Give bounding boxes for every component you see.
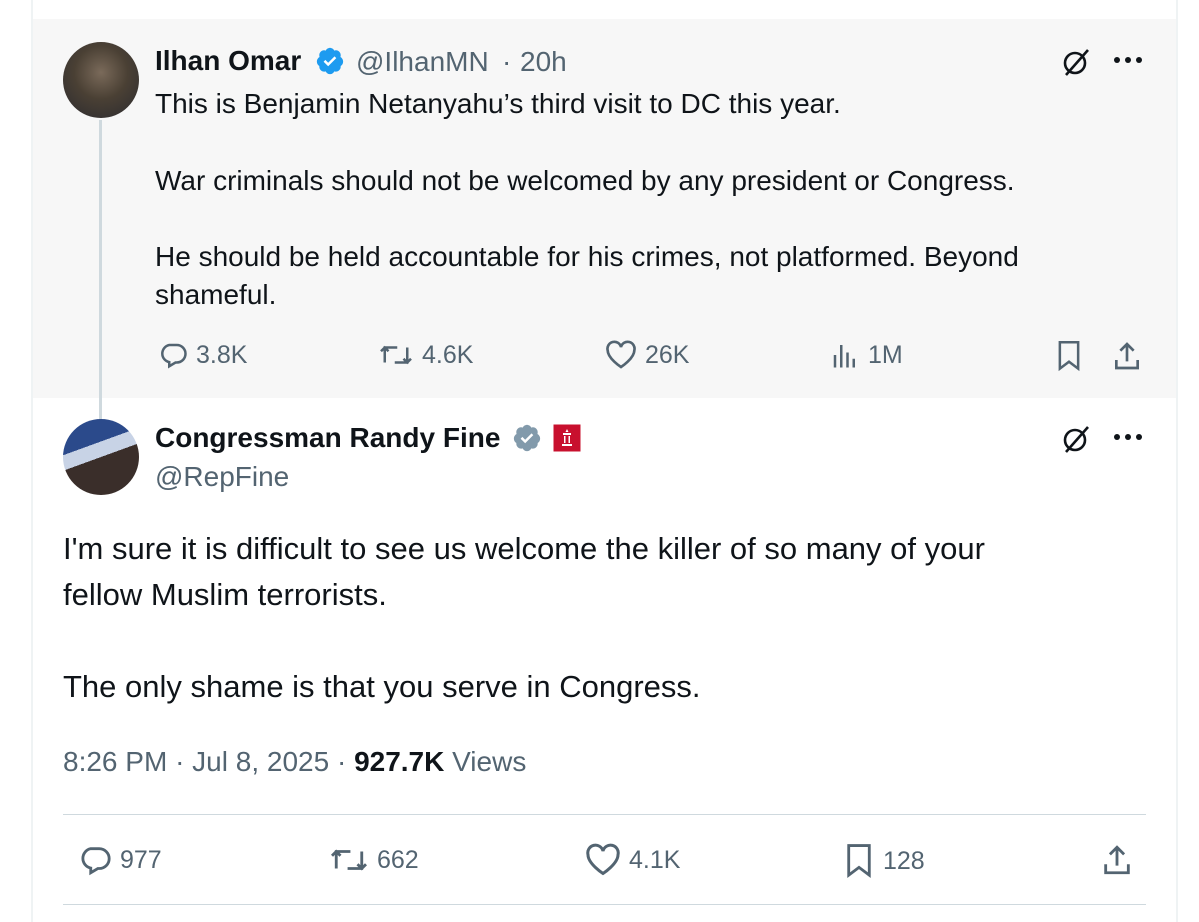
- reply-icon: [161, 343, 187, 369]
- divider: [63, 814, 1146, 815]
- grok-icon[interactable]: [1060, 46, 1092, 78]
- avatar-ilhan-omar[interactable]: [63, 42, 139, 118]
- like-count: 26K: [645, 340, 690, 369]
- tweet-text-line: shameful.: [155, 279, 277, 310]
- more-icon[interactable]: [1113, 54, 1143, 66]
- time-separator: ·: [502, 46, 512, 77]
- tweet-text-line: The only shame is that you serve in Cong…: [63, 669, 701, 704]
- frame-border-right: [1176, 0, 1178, 922]
- repost-button[interactable]: 4.6K: [378, 340, 473, 370]
- tweet-text-line: War criminals should not be welcomed by …: [155, 165, 1015, 196]
- repost-count: 4.6K: [422, 340, 474, 369]
- views-count: 1M: [868, 340, 903, 369]
- avatar-randy-fine[interactable]: [63, 419, 139, 495]
- tweet-time[interactable]: 8:26 PM: [63, 746, 167, 777]
- share-icon[interactable]: [1100, 843, 1134, 877]
- tweet-text-line: He should be held accountable for his cr…: [155, 241, 1019, 272]
- analytics-icon: [833, 345, 855, 368]
- meta-separator: ·: [175, 746, 185, 777]
- views-count: 927.7K: [354, 746, 445, 777]
- tweet-text-line: fellow Muslim terrorists.: [63, 577, 387, 612]
- heart-icon: [606, 340, 636, 369]
- views-button[interactable]: 1M: [830, 340, 903, 370]
- share-icon[interactable]: [1111, 340, 1143, 372]
- tweet-text-line: This is Benjamin Netanyahu’s third visit…: [155, 88, 841, 119]
- bookmark-icon: [847, 844, 871, 878]
- repost-icon: [330, 849, 368, 871]
- reply-icon: [81, 847, 111, 876]
- meta-separator: ·: [336, 746, 347, 777]
- verified-badge-icon: [316, 47, 344, 75]
- author-name[interactable]: Congressman Randy Fine: [155, 422, 500, 454]
- reply-count: 3.8K: [196, 340, 248, 369]
- reply-button[interactable]: 977: [78, 843, 162, 877]
- grok-icon[interactable]: [1060, 423, 1092, 455]
- verified-badge-icon: [513, 424, 541, 452]
- like-button[interactable]: 26K: [605, 340, 689, 370]
- thread-connector-line: [99, 120, 102, 422]
- bookmark-button[interactable]: 128: [843, 843, 925, 879]
- author-handle[interactable]: @RepFine: [155, 461, 289, 493]
- like-button[interactable]: 4.1K: [585, 843, 680, 877]
- bookmark-icon[interactable]: [1055, 340, 1083, 372]
- more-icon[interactable]: [1113, 431, 1143, 443]
- heart-icon: [586, 843, 620, 876]
- tweet-text-line: I'm sure it is difficult to see us welco…: [63, 531, 985, 566]
- repost-icon: [380, 345, 412, 365]
- author-name[interactable]: Ilhan Omar: [155, 45, 301, 77]
- bookmark-count: 128: [883, 846, 925, 875]
- government-affiliation-icon: [552, 423, 582, 453]
- tweet-date[interactable]: Jul 8, 2025: [192, 746, 329, 777]
- divider: [63, 904, 1146, 905]
- repost-button[interactable]: 662: [329, 843, 419, 877]
- views-label: Views: [452, 746, 527, 777]
- like-count: 4.1K: [629, 845, 681, 874]
- reply-count: 977: [120, 845, 162, 874]
- tweet-meta: 8:26 PM · Jul 8, 2025 · 927.7K Views: [63, 746, 526, 778]
- reply-button[interactable]: 3.8K: [158, 340, 247, 370]
- repost-count: 662: [377, 845, 419, 874]
- tweet-time[interactable]: 20h: [520, 46, 567, 78]
- author-handle[interactable]: @IlhanMN: [356, 46, 489, 78]
